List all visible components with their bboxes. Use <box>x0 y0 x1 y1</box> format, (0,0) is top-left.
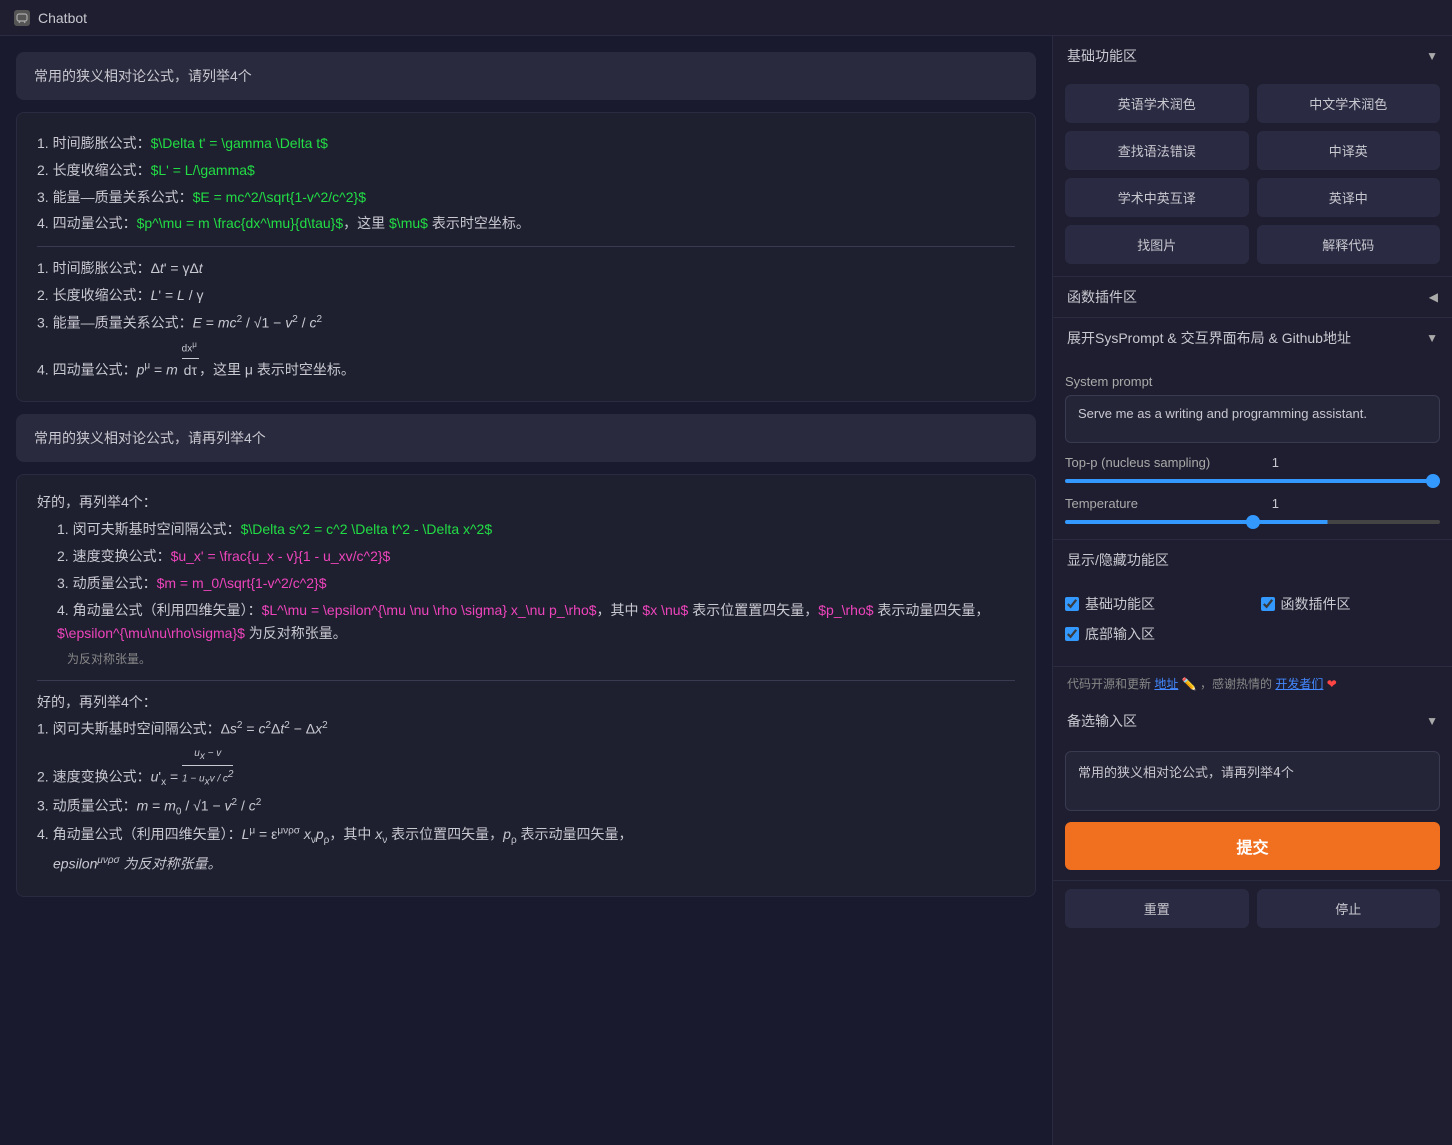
top-bar: Chatbot <box>0 0 1452 36</box>
topp-label: Top-p (nucleus sampling) <box>1065 455 1245 470</box>
checkbox-basic: 基础功能区 <box>1065 594 1245 614</box>
checkbox-bottom: 底部输入区 <box>1065 624 1245 644</box>
app-title: Chatbot <box>38 10 87 26</box>
devs-link[interactable]: 开发者们 <box>1275 677 1323 691</box>
formula2-rendered-4: 4. 角动量公式（利用四维矢量）：Lμ = εμνρσ xνpρ，其中 xν 表… <box>37 823 1015 849</box>
divider-1 <box>37 246 1015 247</box>
edit-icon: ✏️ <box>1182 677 1197 691</box>
basic-section: 基础功能区 ▼ 英语学术润色 中文学术润色 查找语法错误 中译英 学术中英互译 … <box>1053 36 1452 277</box>
basic-section-title: 基础功能区 <box>1067 46 1137 66</box>
btn-zh-to-en[interactable]: 中译英 <box>1257 131 1441 170</box>
opensource-text: 代码开源和更新 <box>1067 677 1151 691</box>
topp-value: 1 <box>1255 455 1279 470</box>
formula2-rendered-1: 1. 闵可夫斯基时空间隔公式：Δs2 = c2Δt2 − Δx2 <box>37 717 1015 741</box>
formula-raw-1: 1. 时间膨胀公式：$\Delta t' = \gamma \Delta t$ <box>37 132 1015 156</box>
basic-section-arrow: ▼ <box>1426 49 1438 63</box>
sysprompt-label: System prompt <box>1065 374 1440 389</box>
temp-label: Temperature <box>1065 496 1245 511</box>
plugin-section-title: 函数插件区 <box>1067 287 1137 307</box>
rendered-intro-2: 好的，再列举4个： <box>37 691 1015 715</box>
sysprompt-section-arrow: ▼ <box>1426 331 1438 345</box>
formula2-raw-1: 1. 闵可夫斯基时空间隔公式：$\Delta s^2 = c^2 \Delta … <box>37 518 1015 542</box>
formula2-raw-4b: 为反对称张量。 <box>37 649 1015 669</box>
checkbox-basic-label: 基础功能区 <box>1085 594 1155 614</box>
btn-zh-academic[interactable]: 中文学术润色 <box>1257 84 1441 123</box>
visibility-section-header: 显示/隐藏功能区 <box>1053 540 1452 580</box>
checkbox-bottom-label: 底部输入区 <box>1085 624 1155 644</box>
formula-raw-3: 3. 能量—质量关系公式：$E = mc^2/\sqrt{1-v^2/c^2}$ <box>37 186 1015 210</box>
btn-en-academic[interactable]: 英语学术润色 <box>1065 84 1249 123</box>
system-prompt-box[interactable]: Serve me as a writing and programming as… <box>1065 395 1440 443</box>
backup-section: 备选输入区 ▼ 常用的狭义相对论公式，请再列举4个 提交 <box>1053 701 1452 881</box>
formula2-raw-3: 3. 动质量公式：$m = m_0/\sqrt{1-v^2/c^2}$ <box>37 572 1015 596</box>
temp-slider[interactable] <box>1065 520 1440 524</box>
basic-buttons-grid: 英语学术润色 中文学术润色 查找语法错误 中译英 学术中英互译 英译中 找图片 … <box>1065 84 1440 264</box>
formula2-rendered-3: 3. 动质量公式：m = m0 / √1 − v2 / c2 <box>37 794 1015 820</box>
formula-rendered-4: 4. 四动量公式：pμ = m dxμdτ，这里 μ 表示时空坐标。 <box>37 338 1015 382</box>
topp-slider[interactable] <box>1065 479 1440 483</box>
sidebar: 基础功能区 ▼ 英语学术润色 中文学术润色 查找语法错误 中译英 学术中英互译 … <box>1052 36 1452 1145</box>
assistant-intro-2: 好的，再列举4个： <box>37 491 1015 515</box>
backup-section-header[interactable]: 备选输入区 ▼ <box>1053 701 1452 741</box>
divider-2 <box>37 680 1015 681</box>
backup-input-area: 常用的狭义相对论公式，请再列举4个 提交 <box>1053 741 1452 880</box>
sysprompt-section-header[interactable]: 展开SysPrompt & 交互界面布局 & Github地址 ▼ <box>1053 318 1452 358</box>
sysprompt-section: 展开SysPrompt & 交互界面布局 & Github地址 ▼ System… <box>1053 318 1452 540</box>
formula-rendered-2: 2. 长度收缩公式：L' = L / γ <box>37 284 1015 308</box>
topp-row-container: Top-p (nucleus sampling) 1 <box>1065 455 1440 486</box>
plugin-section-header[interactable]: 函数插件区 ◀ <box>1053 277 1452 317</box>
visibility-section: 显示/隐藏功能区 基础功能区 函数插件区 底部输入区 <box>1053 540 1452 667</box>
btn-en-to-zh[interactable]: 英译中 <box>1257 178 1441 217</box>
backup-section-title: 备选输入区 <box>1067 711 1137 731</box>
btn-explain-code[interactable]: 解释代码 <box>1257 225 1441 264</box>
btn-find-image[interactable]: 找图片 <box>1065 225 1249 264</box>
backup-textarea[interactable]: 常用的狭义相对论公式，请再列举4个 <box>1065 751 1440 811</box>
checkbox-plugin-label: 函数插件区 <box>1281 594 1351 614</box>
formula-rendered-3: 3. 能量—质量关系公式：E = mc2 / √1 − v2 / c2 <box>37 311 1015 335</box>
formula-raw-2: 2. 长度收缩公式：$L' = L/\gamma$ <box>37 159 1015 183</box>
chatbot-icon <box>14 10 30 26</box>
main-layout: 常用的狭义相对论公式，请列举4个 1. 时间膨胀公式：$\Delta t' = … <box>0 36 1452 1145</box>
btn-grammar-check[interactable]: 查找语法错误 <box>1065 131 1249 170</box>
thanks-text: ，感谢热情的 <box>1200 677 1272 691</box>
checkbox-bottom-input[interactable] <box>1065 627 1079 641</box>
temp-row: Temperature 1 <box>1065 496 1440 511</box>
formula2-rendered-2: 2. 速度变换公式：u'x = ux − v1 − uxv / c2 <box>37 745 1015 791</box>
opensource-row: 代码开源和更新 地址 ✏️ ，感谢热情的 开发者们 ❤ <box>1053 667 1452 701</box>
stop-button[interactable]: 停止 <box>1257 889 1441 928</box>
temp-value: 1 <box>1255 496 1279 511</box>
chat-area[interactable]: 常用的狭义相对论公式，请列举4个 1. 时间膨胀公式：$\Delta t' = … <box>0 36 1052 1145</box>
basic-section-header[interactable]: 基础功能区 ▼ <box>1053 36 1452 76</box>
backup-section-arrow: ▼ <box>1426 714 1438 728</box>
user-message-1: 常用的狭义相对论公式，请列举4个 <box>16 52 1036 100</box>
temp-row-container: Temperature 1 <box>1065 496 1440 527</box>
reset-button[interactable]: 重置 <box>1065 889 1249 928</box>
visibility-content: 基础功能区 函数插件区 底部输入区 <box>1053 580 1452 666</box>
formula-raw-4: 4. 四动量公式：$p^\mu = m \frac{dx^\mu}{d\tau}… <box>37 212 1015 236</box>
assistant-message-1: 1. 时间膨胀公式：$\Delta t' = \gamma \Delta t$ … <box>16 112 1036 402</box>
formula-rendered-1: 1. 时间膨胀公式：Δt' = γΔt <box>37 257 1015 281</box>
assistant-message-2: 好的，再列举4个： 1. 闵可夫斯基时空间隔公式：$\Delta s^2 = c… <box>16 474 1036 896</box>
visibility-title: 显示/隐藏功能区 <box>1067 550 1169 570</box>
heart-icon: ❤ <box>1327 677 1337 691</box>
checkbox-grid: 基础功能区 函数插件区 底部输入区 <box>1065 588 1440 654</box>
plugin-section-arrow: ◀ <box>1429 290 1438 304</box>
bottom-actions: 重置 停止 <box>1053 881 1452 940</box>
formula2-raw-4: 4. 角动量公式（利用四维矢量）：$L^\mu = \epsilon^{\mu … <box>37 599 1015 647</box>
plugin-section: 函数插件区 ◀ <box>1053 277 1452 318</box>
user-message-2: 常用的狭义相对论公式，请再列举4个 <box>16 414 1036 462</box>
topp-row: Top-p (nucleus sampling) 1 <box>1065 455 1440 470</box>
sysprompt-section-title: 展开SysPrompt & 交互界面布局 & Github地址 <box>1067 328 1351 348</box>
sysprompt-content: System prompt Serve me as a writing and … <box>1053 358 1452 539</box>
btn-academic-translate[interactable]: 学术中英互译 <box>1065 178 1249 217</box>
checkbox-plugin-input[interactable] <box>1261 597 1275 611</box>
checkbox-basic-input[interactable] <box>1065 597 1079 611</box>
basic-section-content: 英语学术润色 中文学术润色 查找语法错误 中译英 学术中英互译 英译中 找图片 … <box>1053 76 1452 276</box>
submit-button[interactable]: 提交 <box>1065 822 1440 870</box>
formula2-raw-2: 2. 速度变换公式：$u_x' = \frac{u_x - v}{1 - u_x… <box>37 545 1015 569</box>
checkbox-plugin: 函数插件区 <box>1261 594 1441 614</box>
opensource-link[interactable]: 地址 <box>1154 677 1178 691</box>
